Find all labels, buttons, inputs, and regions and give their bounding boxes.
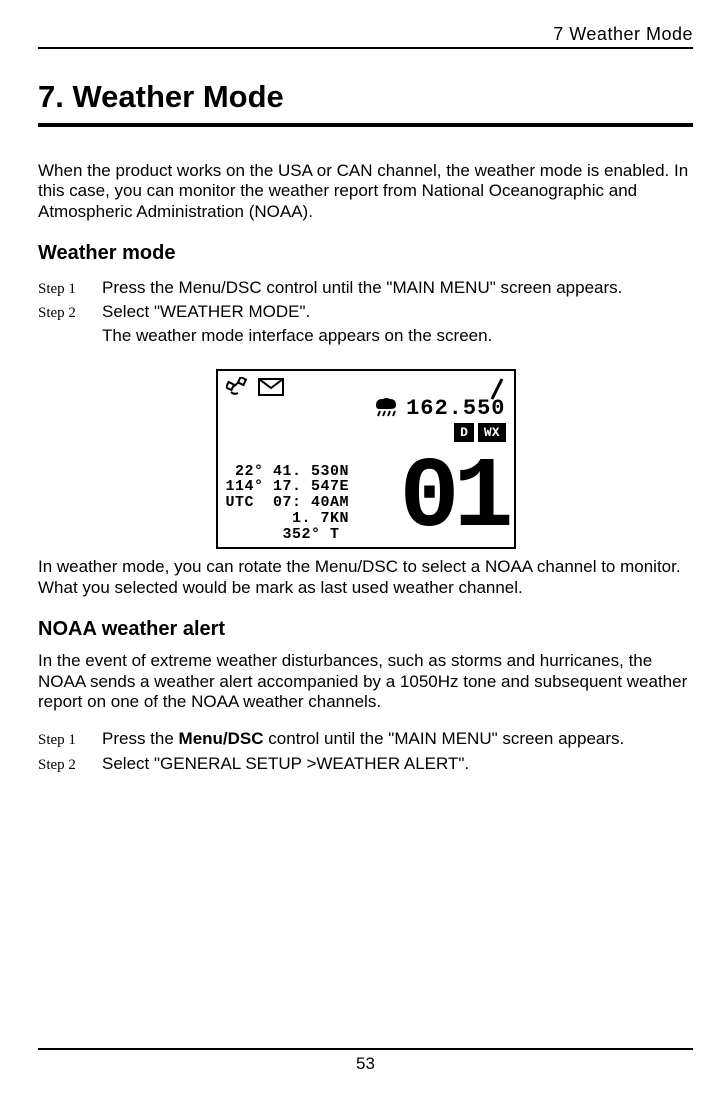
step-text: Select "WEATHER MODE". [102, 301, 693, 323]
step-label: Step 1 [38, 732, 102, 749]
lcd-screenshot: 162.550 D WX 22° 41. 530N 114° 17. 547E … [216, 369, 516, 549]
chapter-title: 7. Weather Mode [38, 79, 693, 127]
lcd-tag-d: D [454, 423, 474, 442]
after-lcd-paragraph: In weather mode, you can rotate the Menu… [38, 557, 693, 598]
step-label: Step 1 [38, 281, 102, 298]
step-label: Step 2 [38, 305, 102, 322]
step-row: Step 1 Press the Menu/DSC control until … [38, 728, 693, 750]
step-label: Step 2 [38, 757, 102, 774]
envelope-icon [258, 378, 284, 396]
step-row: Step 1 Press the Menu/DSC control until … [38, 277, 693, 299]
step-text: Press the Menu/DSC control until the "MA… [102, 728, 693, 750]
satellite-icon [226, 377, 250, 397]
lcd-tag-wx: WX [478, 423, 506, 442]
subheading-noaa-alert: NOAA weather alert [38, 618, 693, 641]
running-header: 7 Weather Mode [38, 24, 693, 49]
step-text: Press the Menu/DSC control until the "MA… [102, 277, 693, 299]
rain-icon [372, 397, 400, 421]
intro-paragraph: When the product works on the USA or CAN… [38, 161, 693, 222]
noaa-intro-paragraph: In the event of extreme weather disturba… [38, 651, 693, 712]
subheading-weather-mode: Weather mode [38, 242, 693, 265]
step-row: Step 2 Select "WEATHER MODE". [38, 301, 693, 323]
page-number: 53 [38, 1048, 693, 1074]
lcd-info-block: 22° 41. 530N 114° 17. 547E UTC 07: 40AM … [226, 464, 350, 543]
steps-weather-mode: Step 1 Press the Menu/DSC control until … [38, 275, 693, 353]
steps-noaa-alert: Step 1 Press the Menu/DSC control until … [38, 726, 693, 776]
step-text: Select "GENERAL SETUP >WEATHER ALERT". [102, 753, 693, 775]
step-row: Step 2 Select "GENERAL SETUP >WEATHER AL… [38, 753, 693, 775]
lcd-channel-number: 01 [399, 457, 507, 542]
antenna-icon [488, 377, 504, 406]
step-note: The weather mode interface appears on th… [102, 325, 693, 347]
